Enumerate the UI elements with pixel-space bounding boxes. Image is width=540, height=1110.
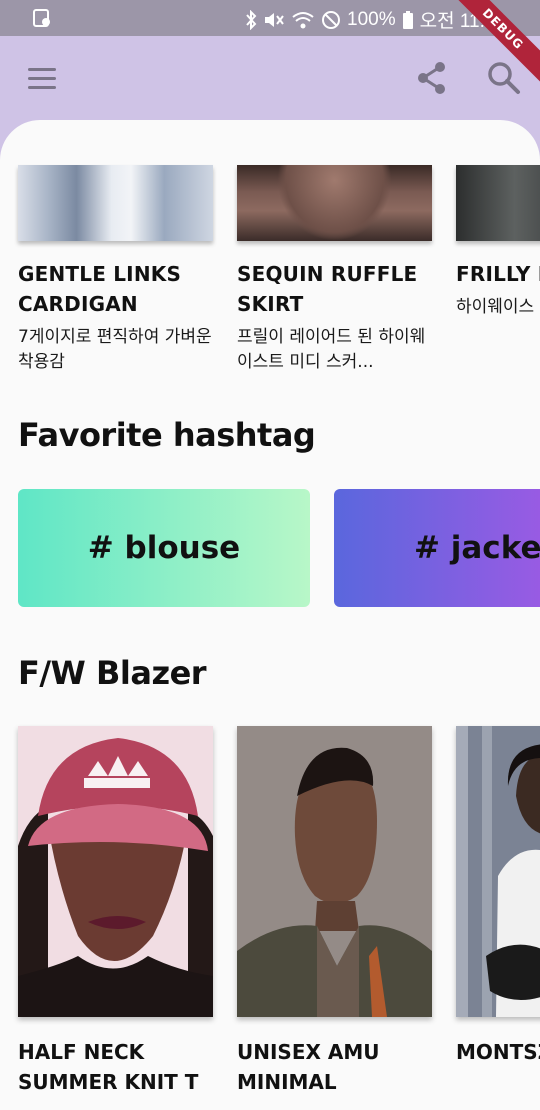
blazer-products-row[interactable]: HALF NECK SUMMER KNIT T UNISEX AMU MINIM…: [18, 726, 540, 1097]
product-card[interactable]: SEQUIN RUFFLE SKIRT 프릴이 레이어드 된 하이웨이스트 미디…: [237, 165, 432, 375]
status-bar: 100% 오전 11:53: [0, 0, 540, 36]
hashtag-list[interactable]: # blouse # jacket: [18, 489, 540, 607]
product-image[interactable]: [456, 726, 540, 1017]
hashtag-section-title: Favorite hashtag: [18, 416, 316, 454]
mute-icon: [263, 10, 285, 30]
product-card[interactable]: GENTLE LINKS CARDIGAN 7게이지로 편직하여 가벼운 착용감: [18, 165, 213, 375]
product-image[interactable]: [18, 165, 213, 241]
product-title: MONTSZ COLLAR: [456, 1040, 540, 1064]
product-title: FRILLY L SKIRT: [456, 262, 540, 286]
product-title: HALF NECK SUMMER KNIT T: [18, 1040, 199, 1094]
hashtag-chip-jacket[interactable]: # jacket: [334, 489, 540, 607]
battery-level: 100%: [347, 8, 396, 30]
product-description: 프릴이 레이어드 된 하이웨이스트 미디 스커...: [237, 327, 426, 372]
hashtag-chip-blouse[interactable]: # blouse: [18, 489, 310, 607]
product-card[interactable]: HALF NECK SUMMER KNIT T: [18, 726, 213, 1097]
product-description: 7게이지로 편직하여 가벼운 착용감: [18, 327, 212, 372]
product-image[interactable]: [237, 726, 432, 1017]
share-icon[interactable]: [412, 58, 452, 98]
blazer-section-title: F/W Blazer: [18, 654, 207, 692]
search-icon[interactable]: [484, 58, 524, 98]
battery-icon: [402, 10, 414, 30]
featured-products-row[interactable]: GENTLE LINKS CARDIGAN 7게이지로 편직하여 가벼운 착용감…: [18, 165, 540, 375]
product-image[interactable]: [237, 165, 432, 241]
app-bar: [0, 36, 540, 120]
hamburger-menu-icon[interactable]: [22, 60, 62, 96]
product-description: 하이웨이스 스커트: [456, 297, 540, 317]
wifi-icon: [291, 10, 315, 30]
status-icons: 100% 오전 11:53: [245, 6, 506, 33]
do-not-disturb-icon: [321, 10, 341, 30]
product-card[interactable]: FRILLY L SKIRT 하이웨이스 스커트: [456, 165, 540, 375]
product-title: UNISEX AMU MINIMAL: [237, 1040, 380, 1094]
product-image[interactable]: [456, 165, 540, 241]
product-card[interactable]: UNISEX AMU MINIMAL: [237, 726, 432, 1097]
product-title: GENTLE LINKS CARDIGAN: [18, 262, 182, 316]
bluetooth-icon: [245, 9, 257, 30]
content-sheet: GENTLE LINKS CARDIGAN 7게이지로 편직하여 가벼운 착용감…: [0, 120, 540, 1110]
product-card[interactable]: MONTSZ COLLAR: [456, 726, 540, 1097]
product-title: SEQUIN RUFFLE SKIRT: [237, 262, 418, 316]
product-image[interactable]: [18, 726, 213, 1017]
notification-icon: [32, 8, 52, 28]
